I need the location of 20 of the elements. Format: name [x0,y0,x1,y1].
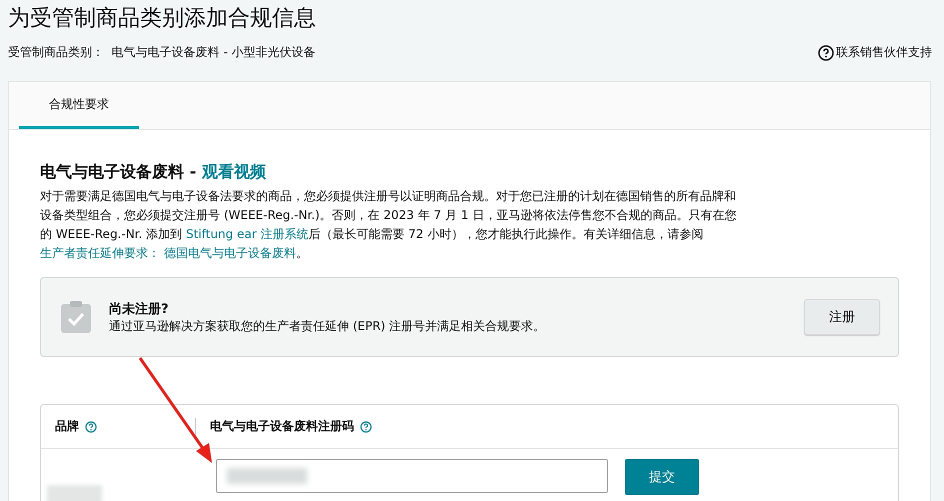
clipboard-check-icon [61,301,91,333]
help-icon[interactable] [85,420,97,432]
category-text: 受管制商品类别： 电气与电子设备废料 - 小型非光伏设备 [8,44,316,61]
tab[interactable]: 合规性要求 [19,82,139,129]
input-field[interactable] [216,459,608,493]
notice-title: 尚未注册? [109,300,170,318]
help-icon[interactable] [360,420,372,432]
help-icon [818,44,834,60]
link[interactable]: Stiftung ear 注册系统 [186,227,308,241]
page-title: 为受管制商品类别添加合规信息 [8,5,317,33]
link[interactable]: 生产者责任延伸要求： 德国电气与电子设备废料 [40,246,296,260]
support-link[interactable]: 联系销售伙伴支持 [836,44,932,61]
section-title: 电气与电子设备废料 - 观看视频 [40,162,267,183]
description-paragraph: 对于需要满足德国电气与电子设备法要求的商品，您必须提供注册号以证明商品合规。对于您已注册的计划在德国销售的所有品牌和设备类型组合，您必须提交注册号 (WEEE-Reg.-Nr.)。否则，在 2023 年 7 月 1 日，亚马逊将依法停售您不合规的商品。只有在您的 WEEE-Reg.-Nr. 添加到 Stiftung ear 注册系统后（最长可能需要 72 小时），您才能执行此操作。有关详细信息，请参阅 生产者责任延伸要求： 德国电气与电子设备废料。 [40,188,738,262]
column-header: 电气与电子设备废料注册码 [210,418,354,435]
column-header: 品牌 [55,418,79,435]
submit-button[interactable]: 提交 [625,459,699,495]
notice-text: 通过亚马逊解决方案获取您的生产者责任延伸 (EPR) 注册号并满足相关合规要求。 [109,318,546,334]
video-link[interactable]: 观看视频 [202,162,266,181]
register-button[interactable]: 注册 [804,299,880,335]
